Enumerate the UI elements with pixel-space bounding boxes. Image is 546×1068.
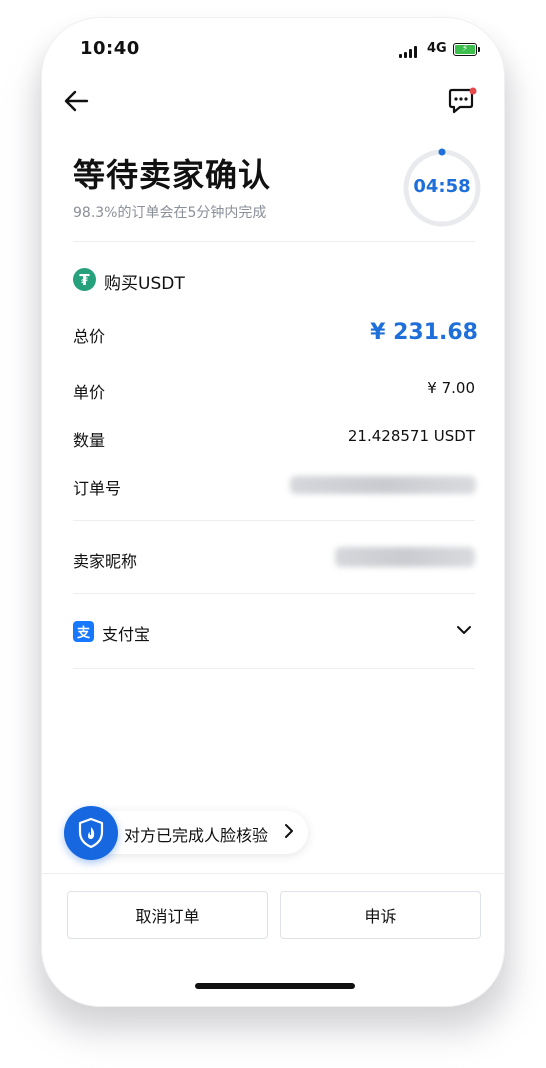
quantity-value: 21.428571 USDT <box>347 427 475 445</box>
unit-price-label: 单价 <box>73 383 106 402</box>
phone-screen: 10:40 4G ⚡ 等待卖家确认 98.3%的订单会在5分钟内完成 04:58… <box>42 18 504 1006</box>
face-verification-label[interactable]: 对方已完成人脸核验 <box>124 822 268 846</box>
network-type: 4G <box>427 41 447 56</box>
divider <box>73 520 475 521</box>
countdown-timer: 04:58 <box>413 176 471 197</box>
back-arrow-icon[interactable] <box>62 88 90 114</box>
battery-charging-icon: ⚡ <box>453 43 477 56</box>
buy-asset-label: 购买USDT <box>104 274 185 294</box>
divider <box>73 241 475 242</box>
chevron-right-icon[interactable] <box>280 821 298 841</box>
completion-hint: 98.3%的订单会在5分钟内完成 <box>73 205 267 221</box>
footer-divider <box>42 873 504 874</box>
home-indicator[interactable] <box>195 983 355 989</box>
divider <box>73 593 475 594</box>
security-shield-icon <box>64 806 118 860</box>
cancel-order-button[interactable]: 取消订单 <box>67 891 268 939</box>
alipay-icon: 支 <box>73 621 94 642</box>
unit-price-value: ¥ 7.00 <box>427 379 475 397</box>
total-price-value: ¥ 231.68 <box>370 320 478 345</box>
seller-nickname-value-redacted <box>335 547 475 567</box>
divider <box>73 668 475 669</box>
chevron-down-icon[interactable] <box>454 620 474 640</box>
appeal-button[interactable]: 申诉 <box>280 891 481 939</box>
order-number-label: 订单号 <box>73 479 122 498</box>
seller-nickname-label: 卖家昵称 <box>73 552 138 571</box>
quantity-label: 数量 <box>73 431 106 450</box>
status-time: 10:40 <box>80 38 140 59</box>
usdt-coin-icon: ₮ <box>73 268 96 291</box>
page-title: 等待卖家确认 <box>73 156 272 194</box>
signal-icon <box>399 46 417 58</box>
chat-notification-icon[interactable] <box>446 86 478 116</box>
total-price-label: 总价 <box>73 327 106 346</box>
battery-tip <box>478 47 480 52</box>
order-number-value-redacted[interactable] <box>290 476 476 494</box>
payment-method-label[interactable]: 支付宝 <box>102 621 150 645</box>
